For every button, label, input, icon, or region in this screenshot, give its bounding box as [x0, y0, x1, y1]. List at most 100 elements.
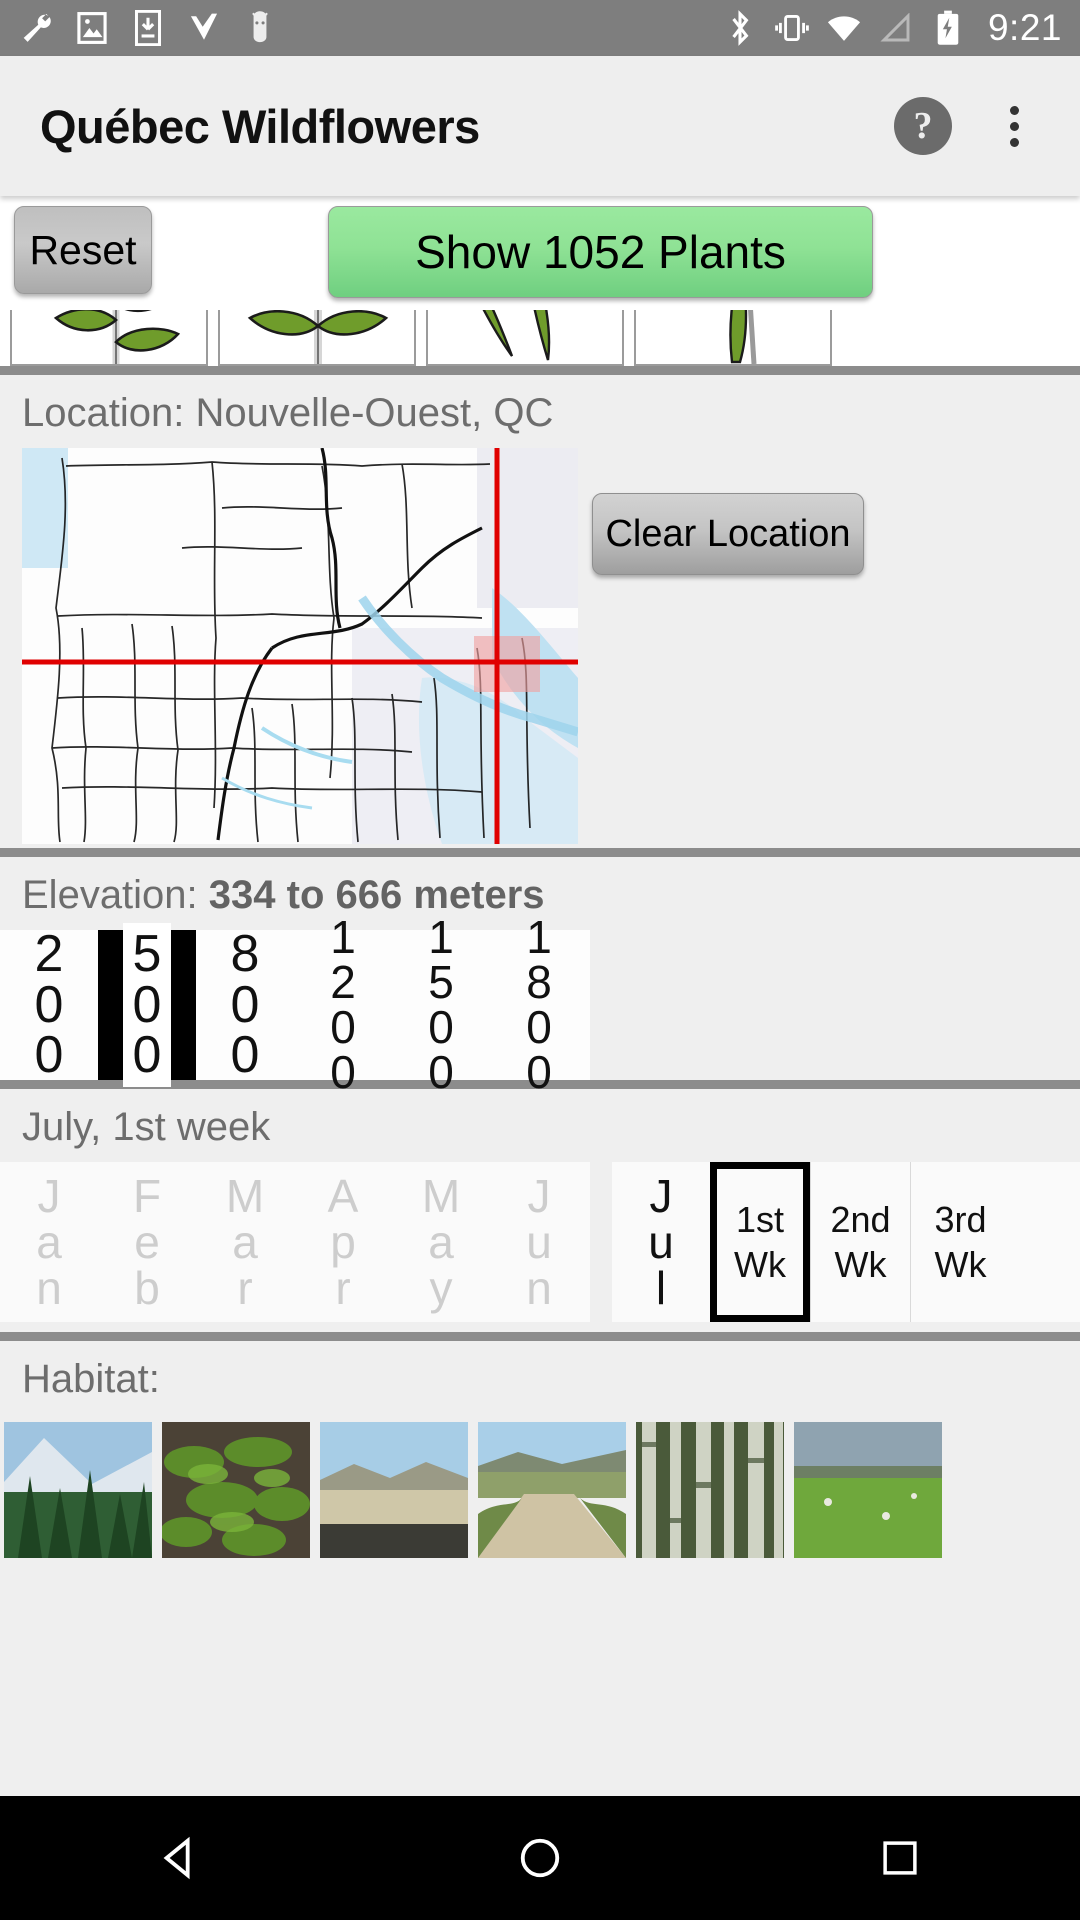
ch: a: [428, 1216, 454, 1268]
week-label: 1st Wk: [734, 1199, 786, 1285]
section-divider: [0, 1332, 1080, 1341]
digit: 0: [330, 1001, 356, 1053]
elevation-option-800[interactable]: 800: [196, 924, 294, 1085]
battery-charging-icon: [930, 10, 966, 46]
digit: 0: [428, 1001, 454, 1053]
bloom-time-picker[interactable]: Jan Feb Mar Apr May Jun Jul 1st Wk 2nd Wk …: [0, 1162, 1080, 1332]
location-map[interactable]: [22, 448, 578, 844]
month-option-jul-selected[interactable]: Jul: [612, 1162, 710, 1322]
ch: y: [429, 1262, 453, 1314]
digit: 0: [132, 1026, 162, 1085]
digit: 1: [428, 910, 454, 963]
ch: J: [527, 1170, 551, 1222]
digit: 0: [428, 1046, 454, 1099]
reset-button[interactable]: Reset: [14, 206, 152, 294]
month-track[interactable]: Jan Feb Mar Apr May Jun: [0, 1162, 590, 1322]
elevation-option-1800[interactable]: 1800: [490, 914, 588, 1095]
status-right-icons: 9:21: [722, 7, 1062, 49]
habitat-alpine-conifer-thumb[interactable]: [4, 1422, 152, 1558]
ch: J: [37, 1170, 61, 1222]
week-track[interactable]: Jul 1st Wk 2nd Wk 3rd Wk: [612, 1162, 1080, 1322]
digit: 2: [34, 924, 64, 983]
week-option-2nd[interactable]: 2nd Wk: [810, 1162, 910, 1322]
month-option-mar[interactable]: Mar: [196, 1162, 294, 1322]
page-title: Québec Wildflowers: [40, 99, 480, 153]
habitat-section: Habitat:: [0, 1341, 1080, 1564]
leaf-alternate-thumb[interactable]: [10, 310, 208, 366]
location-section: Clear Location: [0, 448, 1080, 848]
leaf-arrangement-strip[interactable]: [0, 304, 1080, 366]
section-divider: [0, 848, 1080, 857]
android-nav-bar[interactable]: [0, 1796, 1080, 1920]
ch: r: [335, 1262, 351, 1314]
habitat-forest-trunks-thumb[interactable]: [636, 1422, 784, 1558]
status-left-icons: [18, 10, 722, 46]
leaf-whorled-thumb[interactable]: [426, 310, 624, 366]
leaf-basal-thumb[interactable]: [634, 310, 832, 366]
digit: 0: [230, 1026, 260, 1085]
ch: M: [421, 1170, 461, 1222]
elevation-option-200[interactable]: 200 200: [0, 924, 98, 1085]
digit: 5: [428, 955, 454, 1008]
habitat-roadside-sage-thumb[interactable]: [478, 1422, 626, 1558]
elevation-label-prefix: Elevation:: [22, 873, 209, 917]
digit: 0: [526, 1001, 552, 1053]
elevation-track[interactable]: 200 200 500 800 1200 1500 1800: [0, 914, 590, 1095]
month-option-jan[interactable]: Jan: [0, 1162, 98, 1322]
filter-action-row: Reset Show 1052 Plants: [0, 196, 1080, 304]
dot: [1009, 105, 1019, 115]
ch: a: [36, 1216, 62, 1268]
digit: 0: [330, 1046, 356, 1099]
location-label: Location: Nouvelle-Ouest, QC: [0, 375, 1080, 448]
app-bar: Québec Wildflowers ?: [0, 56, 1080, 196]
ch: u: [526, 1216, 552, 1268]
habitat-strip[interactable]: [0, 1414, 1080, 1564]
week-option-3rd[interactable]: 3rd Wk: [910, 1162, 1010, 1322]
habitat-label: Habitat:: [0, 1341, 1080, 1414]
vibrate-icon: [774, 10, 810, 46]
android-status-bar: 9:21: [0, 0, 1080, 56]
week-option-1st[interactable]: 1st Wk: [710, 1162, 810, 1322]
elevation-option-1500[interactable]: 1500: [392, 914, 490, 1095]
ch: F: [132, 1170, 162, 1222]
signal-icon: [878, 10, 914, 46]
digit: 0: [132, 975, 162, 1034]
habitat-fern-rock-thumb[interactable]: [162, 1422, 310, 1558]
digit: 0: [34, 1026, 64, 1085]
ch: u: [648, 1216, 674, 1268]
digit: 0: [230, 975, 260, 1034]
elevation-picker[interactable]: 200 200 500 800 1200 1500 1800: [0, 914, 1080, 1095]
digit: 2: [330, 955, 356, 1008]
wrench-icon: [18, 10, 54, 46]
ch: J: [649, 1170, 673, 1222]
elevation-option-1200[interactable]: 1200: [294, 914, 392, 1095]
month-option-apr[interactable]: Apr: [294, 1162, 392, 1322]
show-plants-button[interactable]: Show 1052 Plants: [328, 206, 873, 298]
ch: A: [327, 1170, 359, 1222]
ch: n: [526, 1262, 552, 1314]
ch: b: [134, 1262, 160, 1314]
ch: l: [655, 1262, 667, 1314]
overflow-menu-icon[interactable]: [994, 97, 1034, 155]
section-divider: [0, 366, 1080, 375]
image-icon: [74, 10, 110, 46]
digit: 1: [526, 910, 552, 963]
help-icon[interactable]: ?: [894, 97, 952, 155]
month-option-jun[interactable]: Jun: [490, 1162, 588, 1322]
ch: M: [225, 1170, 265, 1222]
back-triangle-icon[interactable]: [135, 1813, 225, 1903]
checkmark-icon: [186, 10, 222, 46]
month-option-may[interactable]: May: [392, 1162, 490, 1322]
recents-square-icon[interactable]: [855, 1813, 945, 1903]
habitat-pasture-field-thumb[interactable]: [794, 1422, 942, 1558]
leaf-opposite-thumb[interactable]: [218, 310, 416, 366]
status-clock: 9:21: [987, 7, 1062, 48]
ch: e: [134, 1216, 160, 1268]
elevation-option-500[interactable]: 500: [98, 922, 196, 1088]
home-circle-icon[interactable]: [495, 1813, 585, 1903]
habitat-desert-basin-thumb[interactable]: [320, 1422, 468, 1558]
month-option-feb[interactable]: Feb: [98, 1162, 196, 1322]
clear-location-button[interactable]: Clear Location: [592, 493, 864, 575]
digit: 8: [230, 924, 260, 983]
digit: 1: [330, 910, 356, 963]
